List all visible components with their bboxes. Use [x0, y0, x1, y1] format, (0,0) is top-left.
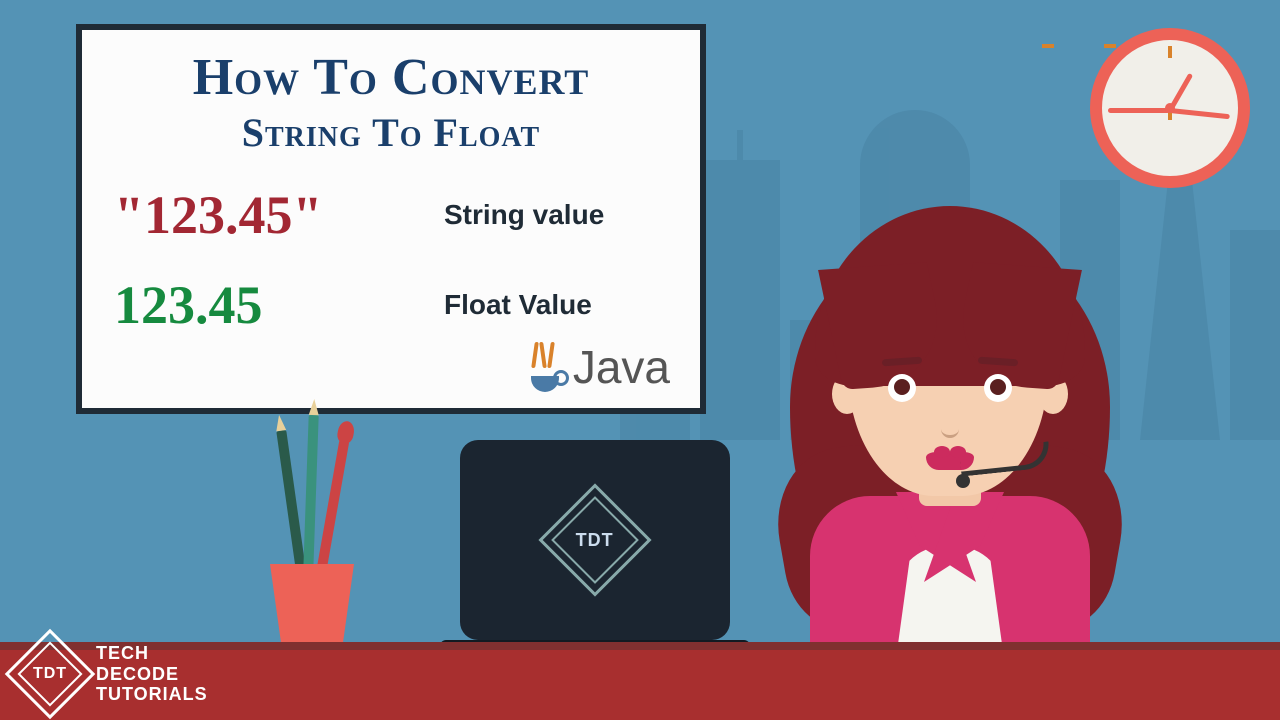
laptop-logo: TDT	[538, 483, 651, 596]
brand-line2: DECODE	[96, 664, 208, 685]
string-label: String value	[444, 199, 604, 231]
pencil-pot-icon	[270, 564, 354, 654]
float-value: 123.45	[114, 274, 444, 336]
card-title-line1: How To Convert	[106, 48, 676, 107]
card-title-line2: String To Float	[106, 109, 676, 156]
brush-icon	[317, 440, 349, 570]
headset-icon	[960, 436, 1060, 496]
tutorial-card: How To Convert String To Float "123.45" …	[76, 24, 706, 414]
pencil-icon	[276, 430, 305, 570]
java-label: Java	[573, 340, 670, 394]
brand-watermark: TDT TECH DECODE TUTORIALS	[18, 642, 208, 706]
brand-line1: TECH	[96, 643, 208, 664]
java-badge: Java	[527, 340, 670, 394]
presenter-illustration	[760, 146, 1140, 666]
java-cup-icon	[527, 342, 563, 392]
brand-line3: TUTORIALS	[96, 684, 208, 705]
laptop-icon: TDT	[440, 440, 750, 670]
float-label: Float Value	[444, 289, 592, 321]
brand-logo-icon: TDT	[5, 629, 96, 720]
string-value: "123.45"	[114, 184, 444, 246]
